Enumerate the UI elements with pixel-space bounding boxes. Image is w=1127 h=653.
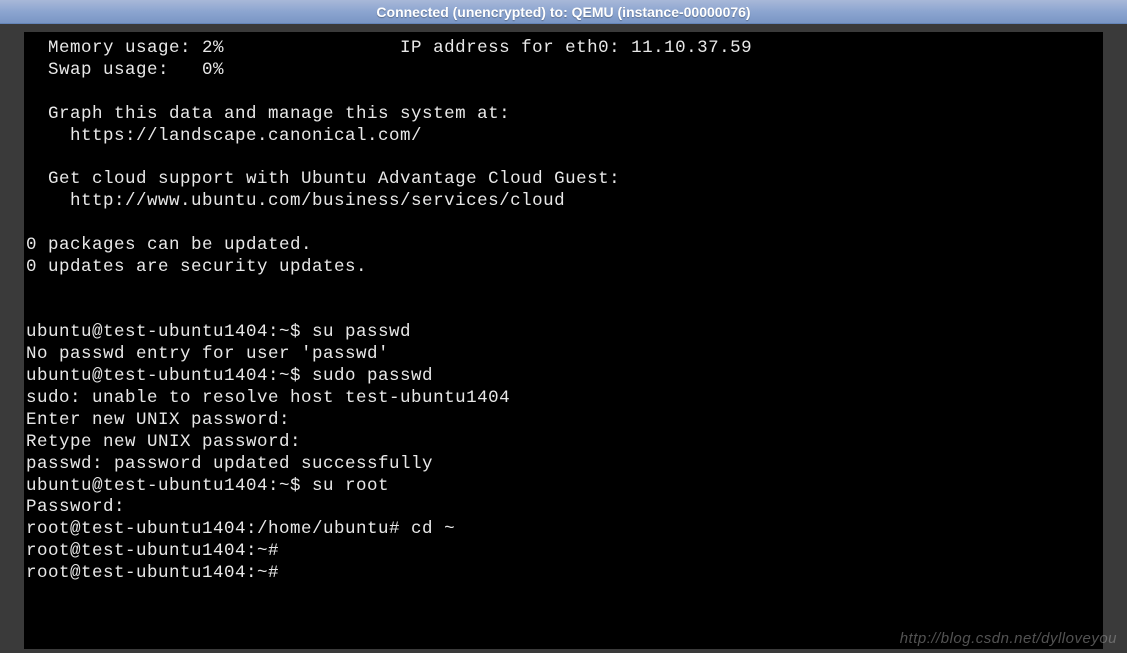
terminal-line bbox=[26, 213, 1103, 235]
terminal-line: 0 updates are security updates. bbox=[26, 257, 1103, 279]
terminal-wrapper: Memory usage: 2% IP address for eth0: 11… bbox=[0, 24, 1127, 653]
terminal-line: root@test-ubuntu1404:/home/ubuntu# cd ~ bbox=[26, 519, 1103, 541]
terminal-line: https://landscape.canonical.com/ bbox=[26, 126, 1103, 148]
terminal-line: Memory usage: 2% IP address for eth0: 11… bbox=[26, 38, 1103, 60]
terminal-line: root@test-ubuntu1404:~# bbox=[26, 541, 1103, 563]
terminal-line: Password: bbox=[26, 497, 1103, 519]
terminal-line: Graph this data and manage this system a… bbox=[26, 104, 1103, 126]
terminal-line: Enter new UNIX password: bbox=[26, 410, 1103, 432]
terminal-line: http://www.ubuntu.com/business/services/… bbox=[26, 191, 1103, 213]
terminal-line: ubuntu@test-ubuntu1404:~$ sudo passwd bbox=[26, 366, 1103, 388]
terminal-line: No passwd entry for user 'passwd' bbox=[26, 344, 1103, 366]
terminal-line bbox=[26, 82, 1103, 104]
terminal-line: ubuntu@test-ubuntu1404:~$ su passwd bbox=[26, 322, 1103, 344]
terminal-line: 0 packages can be updated. bbox=[26, 235, 1103, 257]
terminal-output[interactable]: Memory usage: 2% IP address for eth0: 11… bbox=[24, 32, 1103, 649]
titlebar-text: Connected (unencrypted) to: QEMU (instan… bbox=[376, 4, 750, 20]
terminal-line: passwd: password updated successfully bbox=[26, 454, 1103, 476]
terminal-line: Retype new UNIX password: bbox=[26, 432, 1103, 454]
terminal-line: Get cloud support with Ubuntu Advantage … bbox=[26, 169, 1103, 191]
terminal-line bbox=[26, 301, 1103, 323]
terminal-line: ubuntu@test-ubuntu1404:~$ su root bbox=[26, 476, 1103, 498]
terminal-line: sudo: unable to resolve host test-ubuntu… bbox=[26, 388, 1103, 410]
terminal-line bbox=[26, 279, 1103, 301]
terminal-line: root@test-ubuntu1404:~# bbox=[26, 563, 1103, 585]
vnc-titlebar: Connected (unencrypted) to: QEMU (instan… bbox=[0, 0, 1127, 24]
terminal-line: Swap usage: 0% bbox=[26, 60, 1103, 82]
terminal-line bbox=[26, 147, 1103, 169]
